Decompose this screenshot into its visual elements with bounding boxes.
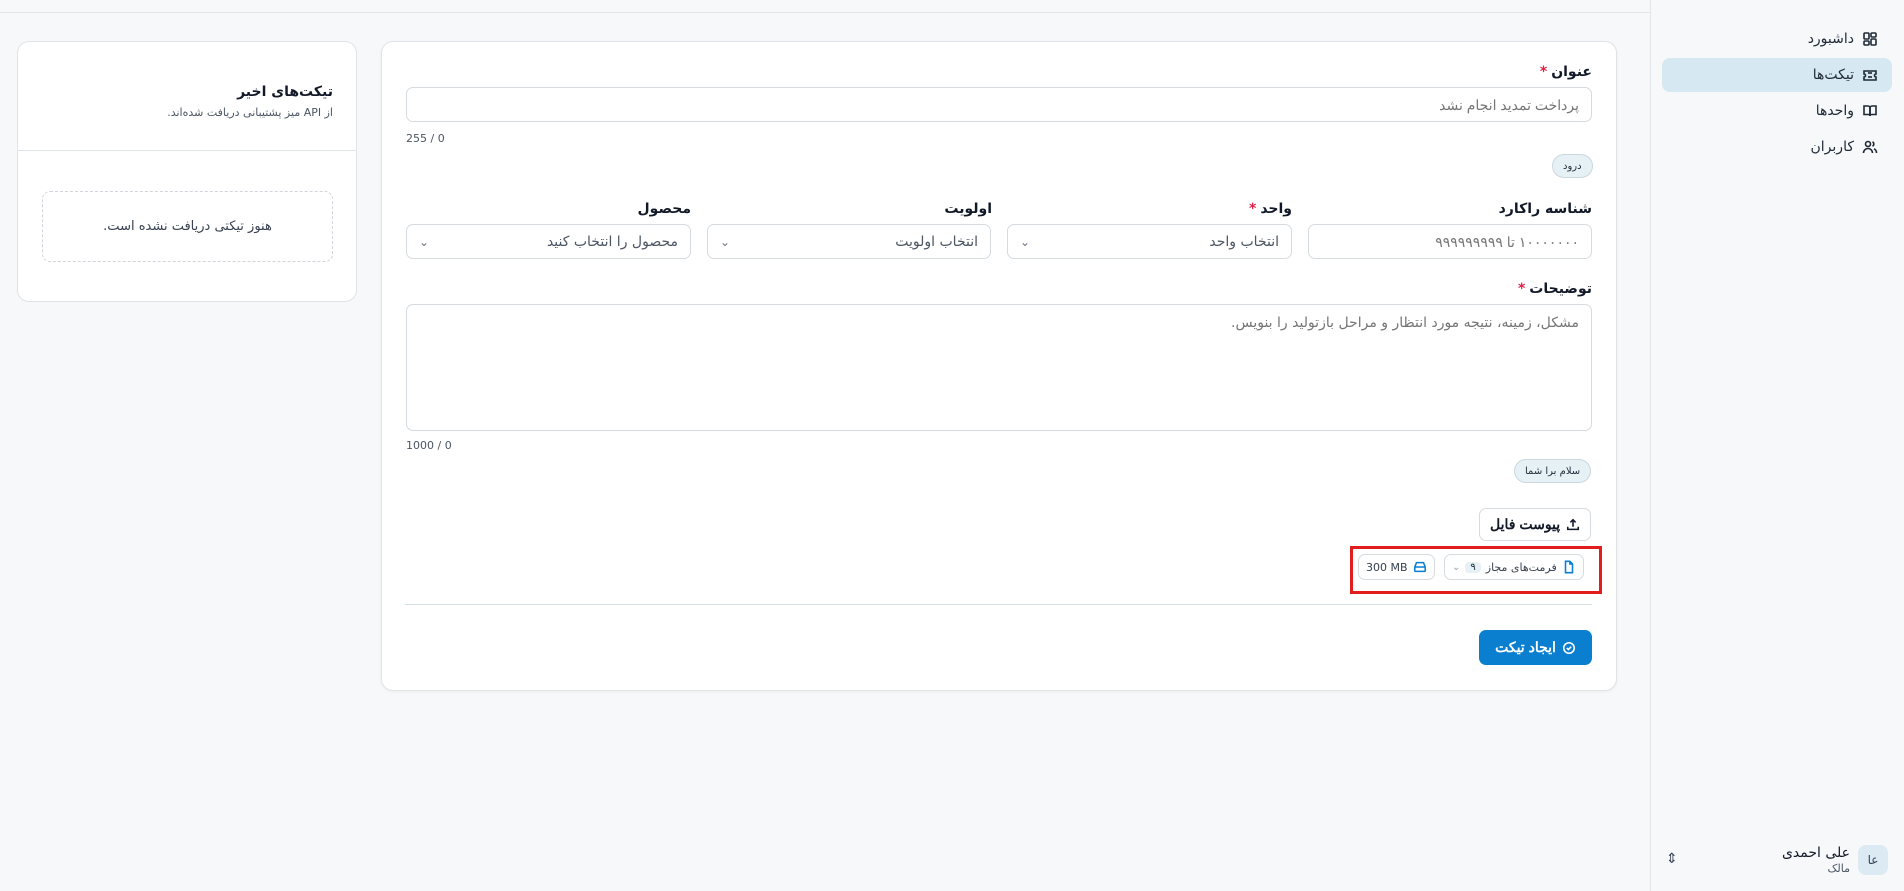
user-info: علی احمدی مالک (1782, 845, 1850, 875)
dashboard-icon (1863, 32, 1877, 46)
description-textarea[interactable] (406, 304, 1592, 431)
unit-select[interactable]: انتخاب واحد ⌄ (1007, 224, 1292, 259)
priority-select-value: انتخاب اولویت (895, 233, 978, 250)
attach-file-button[interactable]: پیوست فایل (1479, 508, 1592, 541)
sidebar-item-tickets[interactable]: تیکت‌ها (1662, 58, 1892, 92)
user-menu[interactable]: عا علی احمدی مالک ⇕ (1662, 839, 1892, 881)
create-ticket-button[interactable]: ایجاد تیکت (1479, 630, 1592, 665)
sidebar-item-users[interactable]: کاربران (1662, 130, 1892, 164)
product-label: محصول (637, 201, 691, 217)
sidebar-item-dashboard[interactable]: داشبورد (1662, 22, 1892, 56)
priority-label: اولویت (944, 201, 992, 217)
attach-file-label: پیوست فایل (1490, 516, 1561, 532)
recent-divider (18, 150, 356, 151)
title-counter: 255 / 0 (406, 132, 445, 145)
ticket-icon (1863, 70, 1877, 81)
priority-select[interactable]: انتخاب اولویت ⌄ (707, 224, 991, 259)
users-icon (1862, 140, 1878, 154)
upload-icon (1567, 518, 1580, 530)
description-label: توضیحات* (1517, 281, 1592, 297)
racard-input[interactable] (1308, 224, 1592, 259)
title-label: عنوان* (1539, 64, 1592, 80)
title-suggestion-chip[interactable]: درود (1552, 154, 1593, 178)
form-divider (405, 604, 1592, 605)
racard-label: شناسه راکارد (1498, 201, 1592, 217)
user-role: مالک (1827, 861, 1850, 875)
product-select[interactable]: محصول را انتخاب کنید ⌄ (406, 224, 691, 259)
unit-select-value: انتخاب واحد (1209, 233, 1279, 250)
sidebar-item-units[interactable]: واحدها (1662, 94, 1892, 128)
chevron-down-icon: ⌄ (720, 234, 731, 249)
product-select-value: محصول را انتخاب کنید (546, 233, 678, 250)
sidebar-item-label: داشبورد (1807, 31, 1854, 47)
avatar: عا (1858, 845, 1888, 875)
recent-tickets-subtitle: از API میز پشتیبانی دریافت شده‌اند. (167, 106, 333, 119)
recent-tickets-title: تیکت‌های اخیر (237, 84, 333, 100)
unit-label: واحد* (1248, 201, 1292, 217)
chevron-updown-icon[interactable]: ⇕ (1666, 851, 1678, 867)
description-suggestion-chip[interactable]: سلام برا شما (1514, 459, 1592, 483)
create-ticket-label: ایجاد تیکت (1495, 639, 1556, 655)
chevron-down-icon: ⌄ (419, 234, 430, 249)
book-icon (1863, 105, 1877, 117)
sidebar: داشبورد تیکت‌ها واحدها کاربران عا علی اح… (1650, 0, 1904, 891)
sidebar-nav: داشبورد تیکت‌ها واحدها کاربران (1662, 22, 1892, 166)
description-counter: 1000 / 0 (406, 439, 452, 452)
highlight-box (1350, 546, 1602, 594)
sidebar-item-label: تیکت‌ها (1812, 67, 1854, 83)
chevron-down-icon: ⌄ (1020, 234, 1031, 249)
user-name: علی احمدی (1781, 845, 1850, 861)
empty-state: هنوز تیکتی دریافت نشده است. (42, 191, 333, 262)
sidebar-item-label: کاربران (1810, 139, 1854, 155)
top-divider (0, 12, 1650, 13)
title-input[interactable] (406, 87, 1592, 122)
sidebar-item-label: واحدها (1815, 103, 1854, 119)
recent-tickets-card: تیکت‌های اخیر از API میز پشتیبانی دریافت… (17, 41, 357, 302)
check-circle-icon (1562, 641, 1575, 654)
